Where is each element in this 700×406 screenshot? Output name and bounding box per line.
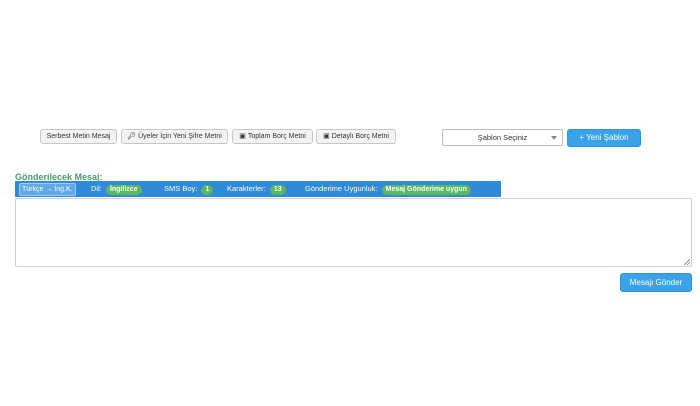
total-debt-text-button[interactable]: ▣ Toplam Borç Metni [232, 129, 313, 144]
send-message-label: Mesajı Gönder [629, 278, 683, 287]
template-select-value: Şablon Seçiniz [477, 133, 528, 142]
money-icon: ▣ [239, 133, 246, 140]
sms-size-info: SMS Boy: 1 [164, 181, 214, 197]
suitability-badge: Mesaj Gönderime uygun [381, 185, 471, 195]
money-icon: ▣ [323, 133, 330, 140]
new-password-text-button[interactable]: 🔑︎ Üyeler İçin Yeni Şifre Metni [121, 129, 228, 144]
free-text-message-label: Serbest Metin Mesaj [46, 133, 111, 140]
chevron-down-icon [551, 136, 557, 140]
key-icon: 🔑︎ [127, 133, 137, 140]
language-label: Dil: [91, 184, 102, 193]
sms-size-label: SMS Boy: [164, 184, 198, 193]
characters-info: Karakterler: 13 [227, 181, 286, 197]
transliterate-button[interactable]: Türkçe → İng.K. [19, 183, 76, 196]
resize-handle[interactable] [684, 259, 690, 265]
suitability-info: Gönderime Uygunluk: Mesaj Gönderime uygu… [305, 181, 471, 197]
total-debt-text-label: Toplam Borç Metni [247, 133, 306, 140]
message-textarea[interactable] [15, 198, 692, 267]
suitability-label: Gönderime Uygunluk: [305, 184, 378, 193]
detailed-debt-text-label: Detaylı Borç Metni [331, 133, 389, 140]
detailed-debt-text-button[interactable]: ▣ Detaylı Borç Metni [316, 129, 396, 144]
characters-label: Karakterler: [227, 184, 266, 193]
language-badge: İngilizce [105, 185, 142, 195]
send-message-button[interactable]: Mesajı Gönder [620, 273, 692, 292]
message-info-bar: Türkçe → İng.K. Dil: İngilizce SMS Boy: … [15, 181, 501, 197]
new-template-button[interactable]: + Yeni Şablon [567, 129, 641, 147]
new-template-label: + Yeni Şablon [579, 133, 629, 142]
free-text-message-button[interactable]: Serbest Metin Mesaj [40, 129, 117, 144]
characters-badge: 13 [269, 185, 286, 195]
language-info: Dil: İngilizce [91, 181, 142, 197]
sms-size-badge: 1 [201, 185, 214, 195]
new-password-text-label: Üyeler İçin Yeni Şifre Metni [138, 133, 222, 140]
template-select[interactable]: Şablon Seçiniz [442, 129, 563, 146]
